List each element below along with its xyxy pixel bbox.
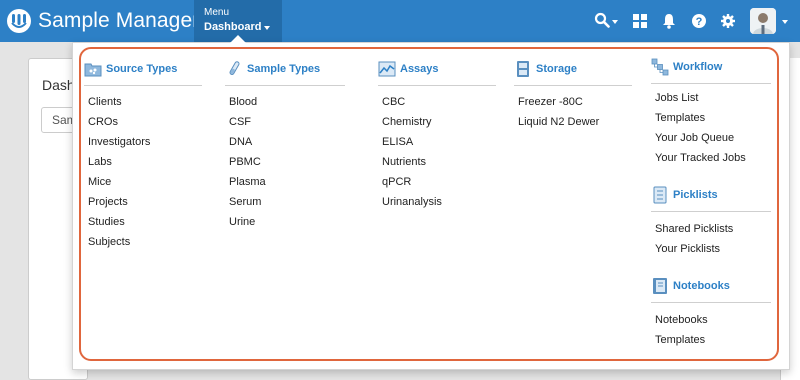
svg-text:?: ? bbox=[696, 16, 703, 28]
menu-item-notebook-templates[interactable]: Templates bbox=[651, 330, 771, 350]
menu-item-labs[interactable]: Labs bbox=[84, 152, 202, 172]
sample-types-icon bbox=[229, 61, 240, 75]
menu-item-chemistry[interactable]: Chemistry bbox=[378, 112, 496, 132]
picklists-icon bbox=[653, 186, 667, 204]
help-icon[interactable]: ? bbox=[692, 14, 706, 28]
menu-item-freezer[interactable]: Freezer -80C bbox=[514, 92, 632, 112]
menu-item-investigators[interactable]: Investigators bbox=[84, 132, 202, 152]
menu-item-projects[interactable]: Projects bbox=[84, 192, 202, 212]
menu-item-your-job-queue[interactable]: Your Job Queue bbox=[651, 128, 771, 148]
storage-header[interactable]: Storage bbox=[514, 60, 632, 86]
source-types-label: Source Types bbox=[106, 63, 178, 75]
notebooks-list: Notebooks Templates bbox=[651, 310, 771, 350]
menu-item-pbmc[interactable]: PBMC bbox=[225, 152, 345, 172]
source-types-icon bbox=[84, 63, 102, 77]
menu-item-notebooks[interactable]: Notebooks bbox=[651, 310, 771, 330]
menu-item-studies[interactable]: Studies bbox=[84, 212, 202, 232]
assays-icon bbox=[378, 61, 396, 77]
avatar[interactable] bbox=[750, 8, 776, 34]
assays-list: CBC Chemistry ELISA Nutrients qPCR Urina… bbox=[378, 92, 496, 212]
menu-item-blood[interactable]: Blood bbox=[225, 92, 345, 112]
notebooks-label: Notebooks bbox=[673, 280, 730, 292]
sample-types-list: Blood CSF DNA PBMC Plasma Serum Urine bbox=[225, 92, 345, 232]
menu-item-serum[interactable]: Serum bbox=[225, 192, 345, 212]
picklists-label: Picklists bbox=[673, 189, 718, 201]
menu-item-elisa[interactable]: ELISA bbox=[378, 132, 496, 152]
source-types-list: Clients CROs Investigators Labs Mice Pro… bbox=[84, 92, 202, 252]
menu-item-your-tracked-jobs[interactable]: Your Tracked Jobs bbox=[651, 148, 771, 168]
menu-item-your-picklists[interactable]: Your Picklists bbox=[651, 239, 771, 259]
current-page-label: Dashboard bbox=[204, 21, 262, 33]
notebooks-icon bbox=[653, 278, 667, 294]
gear-icon[interactable] bbox=[721, 14, 735, 28]
section-picklists: Picklists Shared Picklists Your Picklist… bbox=[651, 186, 771, 259]
chevron-down-icon bbox=[264, 26, 270, 30]
menu-item-jobs-list[interactable]: Jobs List bbox=[651, 88, 771, 108]
menu-item-cbc[interactable]: CBC bbox=[378, 92, 496, 112]
search-caret-icon[interactable] bbox=[612, 20, 618, 24]
assays-label: Assays bbox=[400, 63, 439, 75]
sample-types-header[interactable]: Sample Types bbox=[225, 60, 345, 86]
menu-item-workflow-templates[interactable]: Templates bbox=[651, 108, 771, 128]
user-icon bbox=[750, 8, 776, 34]
picklists-list: Shared Picklists Your Picklists bbox=[651, 219, 771, 259]
menu-item-csf[interactable]: CSF bbox=[225, 112, 345, 132]
section-notebooks: Notebooks Notebooks Templates bbox=[651, 277, 771, 350]
menu-label: Menu bbox=[204, 7, 230, 18]
app-title: Sample Manager bbox=[38, 9, 200, 32]
menu-item-cros[interactable]: CROs bbox=[84, 112, 202, 132]
workflow-icon bbox=[651, 58, 669, 76]
bell-icon[interactable] bbox=[662, 13, 676, 29]
section-workflow: Workflow Jobs List Templates Your Job Qu… bbox=[651, 58, 771, 168]
menu-item-plasma[interactable]: Plasma bbox=[225, 172, 345, 192]
user-menu-caret-icon[interactable] bbox=[782, 20, 788, 24]
storage-label: Storage bbox=[536, 63, 577, 75]
section-storage: Storage Freezer -80C Liquid N2 Dewer bbox=[514, 60, 632, 132]
logo-icon bbox=[7, 9, 31, 33]
top-navbar: Sample Manager Menu Dashboard ? bbox=[0, 0, 800, 42]
notebooks-header[interactable]: Notebooks bbox=[651, 277, 771, 303]
menu-item-nutrients[interactable]: Nutrients bbox=[378, 152, 496, 172]
source-types-header[interactable]: Source Types bbox=[84, 60, 202, 86]
workflow-header[interactable]: Workflow bbox=[651, 58, 771, 84]
storage-list: Freezer -80C Liquid N2 Dewer bbox=[514, 92, 632, 132]
workflow-label: Workflow bbox=[673, 61, 723, 73]
grid-icon[interactable] bbox=[633, 14, 647, 28]
search-icon[interactable] bbox=[594, 12, 610, 28]
menu-item-subjects[interactable]: Subjects bbox=[84, 232, 202, 252]
dropdown-pointer bbox=[230, 35, 246, 43]
dashboard-title: Dash bbox=[42, 77, 75, 93]
menu-item-qpcr[interactable]: qPCR bbox=[378, 172, 496, 192]
menu-item-liquid-n2-dewer[interactable]: Liquid N2 Dewer bbox=[514, 112, 632, 132]
menu-item-shared-picklists[interactable]: Shared Picklists bbox=[651, 219, 771, 239]
section-source-types: Source Types Clients CROs Investigators … bbox=[84, 60, 202, 252]
storage-icon bbox=[517, 61, 529, 77]
menu-item-urine[interactable]: Urine bbox=[225, 212, 345, 232]
sample-types-label: Sample Types bbox=[247, 63, 321, 75]
menu-item-urinanalysis[interactable]: Urinanalysis bbox=[378, 192, 496, 212]
workflow-list: Jobs List Templates Your Job Queue Your … bbox=[651, 88, 771, 168]
app-logo[interactable]: Sample Manager bbox=[6, 8, 199, 34]
section-assays: Assays CBC Chemistry ELISA Nutrients qPC… bbox=[378, 60, 496, 212]
assays-header[interactable]: Assays bbox=[378, 60, 496, 86]
menu-item-clients[interactable]: Clients bbox=[84, 92, 202, 112]
menu-item-mice[interactable]: Mice bbox=[84, 172, 202, 192]
picklists-header[interactable]: Picklists bbox=[651, 186, 771, 212]
section-sample-types: Sample Types Blood CSF DNA PBMC Plasma S… bbox=[225, 60, 345, 232]
menu-item-dna[interactable]: DNA bbox=[225, 132, 345, 152]
